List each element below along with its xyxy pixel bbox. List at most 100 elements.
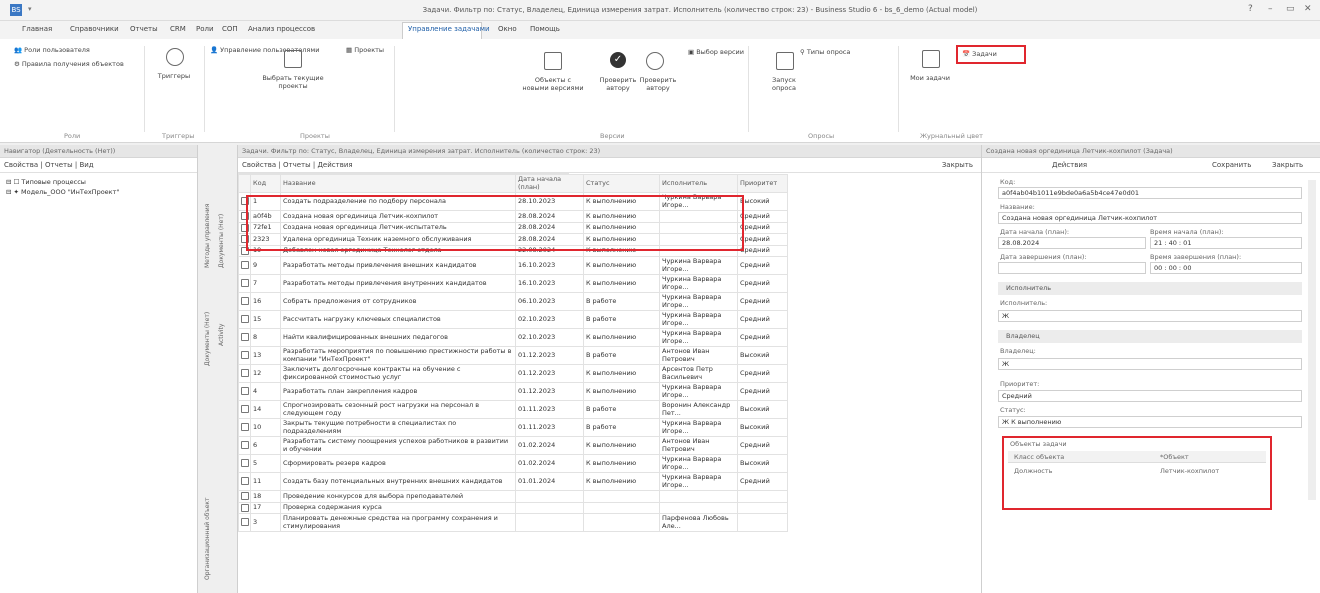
cell-date[interactable]: 16.10.2023 xyxy=(515,274,584,293)
cell-date[interactable] xyxy=(515,513,584,532)
column-header[interactable]: Дата начала (план) xyxy=(515,174,584,193)
cell-name[interactable]: Сформировать резерв кадров xyxy=(280,454,516,473)
cell-executor[interactable]: Чуркина Варвара Игоре... xyxy=(659,328,738,347)
cell-priority[interactable]: Высокий xyxy=(737,418,788,437)
cell-name[interactable]: Собрать предложения от сотрудников xyxy=(280,292,516,311)
user-roles-link[interactable]: 👥 Роли пользователя xyxy=(14,46,90,54)
table-row[interactable]: 17 Проверка содержания курса xyxy=(238,501,788,514)
cell-name[interactable]: Заключить долгосрочные контракты на обуч… xyxy=(280,364,516,383)
menu-roles[interactable]: Роли xyxy=(196,25,214,33)
cell-date[interactable]: 01.12.2023 xyxy=(515,346,584,365)
cell-priority[interactable]: Средний xyxy=(737,210,788,223)
cell-priority[interactable]: Высокий xyxy=(737,454,788,473)
cell-priority[interactable]: Средний xyxy=(737,364,788,383)
select-projects-button[interactable]: Выбрать текущие проекты xyxy=(258,74,328,90)
cell-executor[interactable]: Чуркина Варвара Игоре... xyxy=(659,472,738,491)
menu-home[interactable]: Главная xyxy=(22,25,52,33)
cell-name[interactable]: Найти квалифицированных внешних педагого… xyxy=(280,328,516,347)
cell-code[interactable]: 14 xyxy=(250,400,281,419)
end-time-field[interactable]: 00 : 00 : 00 xyxy=(1150,262,1302,274)
cell-name[interactable]: Проведение конкурсов для выбора преподав… xyxy=(280,490,516,503)
objects-column-object[interactable]: *Объект xyxy=(1160,453,1189,461)
cell-status[interactable]: К выполнению xyxy=(583,436,660,455)
table-row[interactable]: 13 Разработать мероприятия по повышению п… xyxy=(238,346,788,365)
column-header[interactable]: Код xyxy=(250,174,281,193)
cell-executor[interactable]: Воронин Александр Пет... xyxy=(659,400,738,419)
cell-status[interactable]: В работе xyxy=(583,292,660,311)
cell-status[interactable] xyxy=(583,501,660,514)
cell-date[interactable]: 01.11.2023 xyxy=(515,400,584,419)
vtab-org-object[interactable]: Организационный объект xyxy=(204,470,211,580)
check-exec-button[interactable]: Проверить автору xyxy=(636,76,680,92)
cell-executor[interactable]: Чуркина Варвара Игоре... xyxy=(659,310,738,329)
cell-executor[interactable]: Антонов Иван Петрович xyxy=(659,346,738,365)
cell-name[interactable]: Закрыть текущие потребности в специалист… xyxy=(280,418,516,437)
priority-select[interactable]: Средний xyxy=(998,390,1302,402)
cell-date[interactable]: 02.10.2023 xyxy=(515,310,584,329)
projects-link[interactable]: ▦ Проекты xyxy=(346,46,384,54)
my-tasks-button[interactable]: Мои задачи xyxy=(906,74,954,82)
maximize-button[interactable]: ▭ xyxy=(1286,4,1295,14)
objects-new-versions-button[interactable]: Объекты с новыми версиями xyxy=(522,76,584,92)
cell-executor[interactable]: Антонов Иван Петрович xyxy=(659,436,738,455)
name-field[interactable]: Создана новая оргединица Летчик-кохпилот xyxy=(998,212,1302,224)
cell-priority[interactable]: Средний xyxy=(737,310,788,329)
cell-code[interactable]: 17 xyxy=(250,501,281,514)
cell-date[interactable]: 01.11.2023 xyxy=(515,418,584,437)
executor-section[interactable]: Исполнитель xyxy=(998,282,1302,295)
cell-priority[interactable]: Средний xyxy=(737,382,788,401)
cell-status[interactable]: В работе xyxy=(583,310,660,329)
objects-row-class[interactable]: Должность xyxy=(1014,467,1052,475)
cell-name[interactable]: Спрогнозировать сезонный рост нагрузки н… xyxy=(280,400,516,419)
cell-status[interactable]: К выполнению xyxy=(583,256,660,275)
cell-status[interactable]: К выполнению xyxy=(583,472,660,491)
table-row[interactable]: 5 Сформировать резерв кадров 01.02.2024 К в… xyxy=(238,454,788,473)
cell-executor[interactable]: Чуркина Варвара Игоре... xyxy=(659,454,738,473)
quick-access-icon[interactable]: ▾ xyxy=(28,5,32,13)
object-rules-link[interactable]: ⚙ Правила получения объектов xyxy=(14,60,124,68)
help-icon[interactable]: ? xyxy=(1248,4,1253,14)
cell-status[interactable]: В работе xyxy=(583,400,660,419)
cell-name[interactable]: Создать базу потенциальных внутренних вн… xyxy=(280,472,516,491)
cell-code[interactable]: 13 xyxy=(250,346,281,365)
cell-priority[interactable]: Средний xyxy=(737,472,788,491)
cell-executor[interactable]: Чуркина Варвара Игоре... xyxy=(659,256,738,275)
menu-help[interactable]: Помощь xyxy=(530,25,560,33)
cell-name[interactable]: Разработать мероприятия по повышению пре… xyxy=(280,346,516,365)
table-row[interactable]: 16 Собрать предложения от сотрудников 06.1… xyxy=(238,292,788,311)
cell-status[interactable]: В работе xyxy=(583,346,660,365)
owner-field[interactable]: Ж xyxy=(998,358,1302,370)
start-time-field[interactable]: 21 : 40 : 01 xyxy=(1150,237,1302,249)
table-row[interactable]: 15 Рассчитать нагрузку ключевых специалис… xyxy=(238,310,788,329)
table-row[interactable]: 9 Разработать методы привлечения внешних … xyxy=(238,256,788,275)
cell-executor[interactable]: Чуркина Варвара Игоре... xyxy=(659,418,738,437)
cell-priority[interactable]: Высокий xyxy=(737,192,788,211)
cell-date[interactable] xyxy=(515,501,584,514)
end-date-field[interactable] xyxy=(998,262,1146,274)
cell-date[interactable]: 06.10.2023 xyxy=(515,292,584,311)
cell-status[interactable]: К выполнению xyxy=(583,382,660,401)
cell-date[interactable]: 02.10.2023 xyxy=(515,328,584,347)
cell-code[interactable]: 12 xyxy=(250,364,281,383)
cell-name[interactable]: Разработать методы привлечения внутренни… xyxy=(280,274,516,293)
cell-date[interactable]: 16.10.2023 xyxy=(515,256,584,275)
menu-reports[interactable]: Отчеты xyxy=(130,25,158,33)
triggers-button[interactable]: Триггеры xyxy=(150,72,198,80)
cell-status[interactable]: К выполнению xyxy=(583,274,660,293)
card-scrollbar[interactable] xyxy=(1308,180,1316,500)
cell-code[interactable]: 5 xyxy=(250,454,281,473)
cell-code[interactable]: 15 xyxy=(250,310,281,329)
cell-status[interactable] xyxy=(583,513,660,532)
cell-name[interactable]: Проверка содержания курса xyxy=(280,501,516,514)
column-header[interactable]: Исполнитель xyxy=(659,174,738,193)
cell-code[interactable]: 11 xyxy=(250,472,281,491)
cell-executor[interactable] xyxy=(659,501,738,514)
cell-name[interactable]: Рассчитать нагрузку ключевых специалисто… xyxy=(280,310,516,329)
cell-priority[interactable]: Средний xyxy=(737,292,788,311)
menu-window[interactable]: Окно xyxy=(498,25,517,33)
cell-date[interactable]: 01.12.2023 xyxy=(515,382,584,401)
cell-executor[interactable]: Чуркина Варвара Игоре... xyxy=(659,382,738,401)
table-row[interactable]: 12 Заключить долгосрочные контракты на об… xyxy=(238,364,788,383)
user-management-link[interactable]: 👤 Управление пользователями xyxy=(210,46,319,54)
save-button[interactable]: Сохранить xyxy=(1212,158,1251,173)
